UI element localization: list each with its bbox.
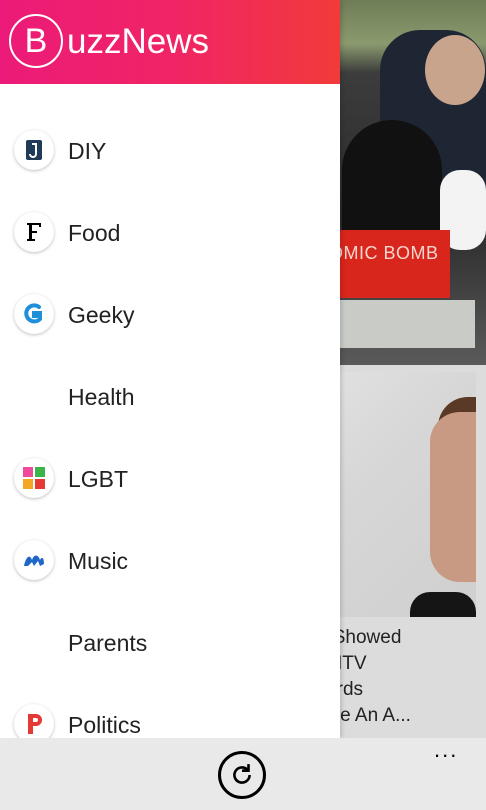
category-label: LGBT: [68, 466, 129, 492]
app-bar: ...: [0, 738, 486, 810]
logo-icon: B: [9, 14, 63, 68]
category-label: Music: [68, 548, 129, 574]
category-item-geeky[interactable]: Geeky: [0, 276, 340, 358]
diy-icon: [14, 130, 54, 170]
photo-face: [425, 35, 485, 105]
photo-suit: [410, 592, 476, 617]
category-label: Parents: [68, 630, 148, 656]
food-icon: [14, 212, 54, 252]
category-item-diy[interactable]: DIY: [0, 112, 340, 194]
app-header: B uzzNews: [0, 0, 340, 84]
category-label: DIY: [68, 138, 107, 164]
category-list: DIY Food Geeky Health LGBT Music Parents…: [0, 112, 340, 768]
refresh-icon: [233, 764, 251, 784]
music-icon: [14, 540, 54, 580]
navigation-drawer: B uzzNews DIY Food Geeky Health LGBT Mus…: [0, 0, 340, 744]
app-title: uzzNews: [67, 22, 209, 61]
more-options-button[interactable]: ...: [434, 739, 458, 761]
lgbt-icon: [14, 458, 54, 498]
category-label: Geeky: [68, 302, 135, 328]
category-item-health[interactable]: Health: [0, 358, 340, 440]
category-label: Politics: [68, 712, 141, 738]
photo-face: [430, 412, 476, 582]
category-item-parents[interactable]: Parents: [0, 604, 340, 686]
photo-strip: [340, 300, 475, 348]
category-label: Food: [68, 220, 121, 246]
category-item-lgbt[interactable]: LGBT: [0, 440, 340, 522]
refresh-button[interactable]: [218, 751, 266, 799]
geeky-icon: [14, 294, 54, 334]
category-item-food[interactable]: Food: [0, 194, 340, 276]
category-item-music[interactable]: Music: [0, 522, 340, 604]
category-label: Health: [68, 384, 135, 410]
